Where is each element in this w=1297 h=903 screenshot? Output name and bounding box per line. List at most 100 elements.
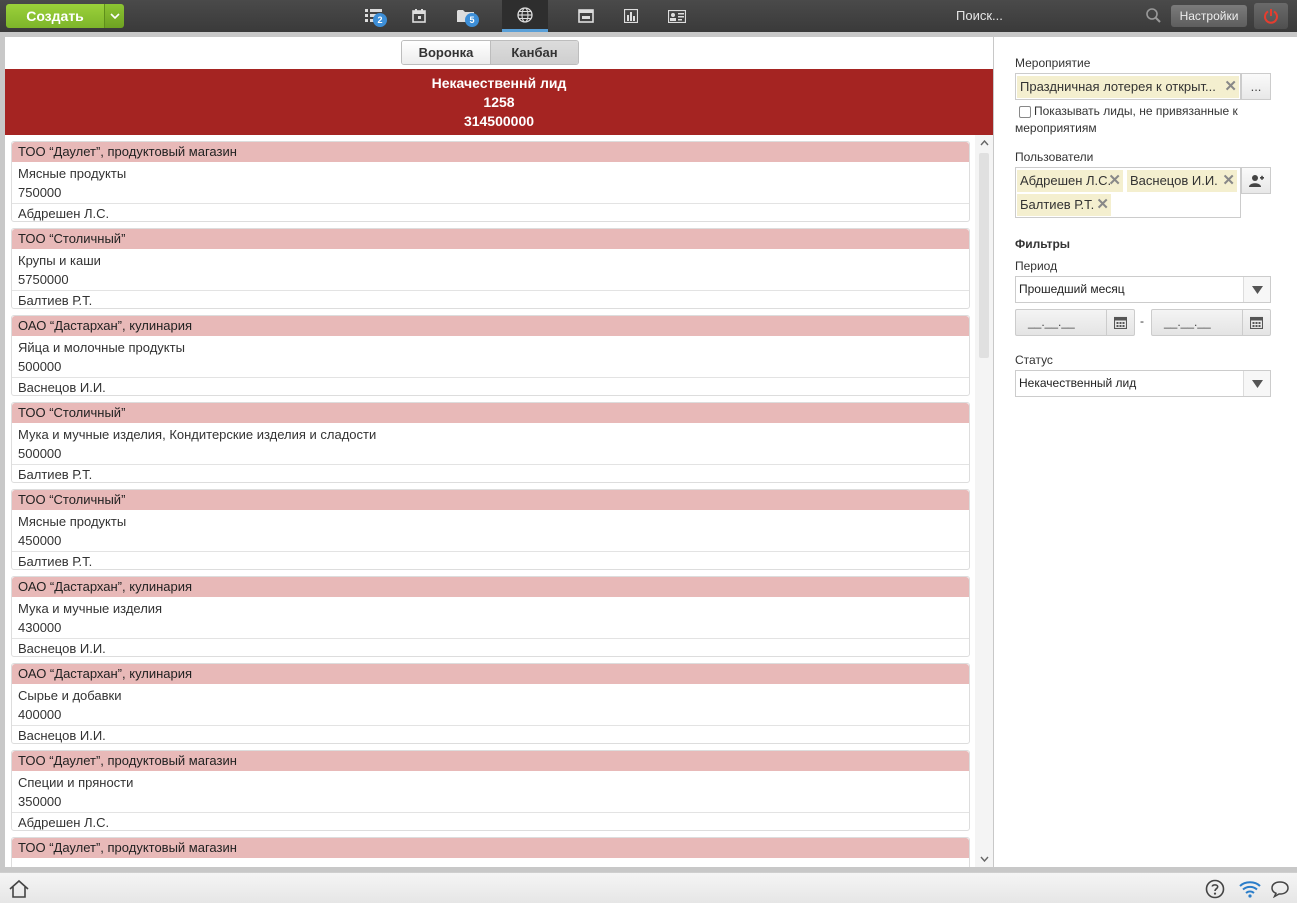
chevron-down-icon xyxy=(979,856,989,862)
lead-card[interactable]: ТОО “Столичный” Мясные продукты 450000 Б… xyxy=(11,489,970,570)
bottom-bar xyxy=(0,872,1297,903)
filter-panel: Мероприятие Праздничная лотерея к открыт… xyxy=(994,37,1297,867)
lead-company: ТОО “Даулет”, продуктовый магазин xyxy=(12,751,969,771)
lead-card[interactable]: ТОО “Столичный” Мука и мучные изделия, К… xyxy=(11,402,970,483)
stage-sum: 314500000 xyxy=(463,113,535,129)
remove-event-icon[interactable]: ✕ xyxy=(1224,76,1237,98)
scroll-down-button[interactable] xyxy=(975,851,993,867)
tasks-button[interactable]: 2 xyxy=(358,0,390,32)
remove-user-icon[interactable]: ✕ xyxy=(1096,194,1109,216)
date-from-calendar-button[interactable] xyxy=(1106,310,1134,335)
lead-card[interactable]: ОАО “Дастархан”, кулинария Яйца и молочн… xyxy=(11,315,970,396)
contacts-button[interactable] xyxy=(661,0,693,32)
chevron-down-icon xyxy=(109,13,120,19)
calendar-icon xyxy=(1250,316,1263,329)
status-label: Статус xyxy=(1015,353,1053,367)
event-tag: Праздничная лотерея к открыт... ✕ xyxy=(1017,76,1239,98)
lead-company: ТОО “Столичный” xyxy=(12,490,969,510)
crm-button[interactable] xyxy=(502,0,548,32)
connection-status[interactable] xyxy=(1238,877,1262,901)
user-tag: Балтиев Р.Т. ✕ xyxy=(1017,194,1111,216)
date-to-calendar-button[interactable] xyxy=(1242,310,1270,335)
event-tag-label: Праздничная лотерея к открыт... xyxy=(1020,79,1216,94)
period-select[interactable]: Прошедший месяц xyxy=(1015,276,1271,303)
status-dropdown-arrow[interactable] xyxy=(1243,371,1270,396)
event-more-button[interactable]: ... xyxy=(1241,73,1271,100)
lead-amount: 450000 xyxy=(18,533,62,548)
search-button[interactable] xyxy=(1144,6,1164,26)
lead-card[interactable]: ТОО “Даулет”, продуктовый магазин Мясные… xyxy=(11,141,970,222)
logout-button[interactable] xyxy=(1254,3,1288,29)
window-button[interactable] xyxy=(570,0,602,32)
tab-funnel[interactable]: Воронка xyxy=(402,41,490,64)
search-input[interactable]: Поиск... xyxy=(956,8,1003,23)
calendar-icon xyxy=(1114,316,1127,329)
reports-button[interactable] xyxy=(615,0,647,32)
scroll-up-button[interactable] xyxy=(975,135,993,151)
lead-card[interactable]: ОАО “Дастархан”, кулинария Мука и мучные… xyxy=(11,576,970,657)
top-toolbar: Создать 2 5 Поиск... Настройки xyxy=(0,0,1297,32)
bar-chart-icon xyxy=(624,9,638,23)
status-select[interactable]: Некачественный лид xyxy=(1015,370,1271,397)
period-value: Прошедший месяц xyxy=(1019,282,1125,296)
user-add-icon xyxy=(1249,174,1264,187)
documents-button[interactable]: 5 xyxy=(450,0,482,32)
lead-user: Балтиев Р.Т. xyxy=(12,290,969,309)
chevron-up-icon xyxy=(979,140,989,146)
create-button[interactable]: Создать xyxy=(6,4,104,28)
calendar-button[interactable] xyxy=(403,0,435,32)
create-dropdown-button[interactable] xyxy=(104,4,124,28)
calendar-icon xyxy=(412,9,426,23)
tasks-badge: 2 xyxy=(373,13,387,27)
home-button[interactable] xyxy=(7,877,31,901)
date-to-field[interactable]: __.__.__ xyxy=(1151,309,1271,336)
lead-company: ТОО “Даулет”, продуктовый магазин xyxy=(12,142,969,162)
lead-product xyxy=(12,860,969,867)
add-user-button[interactable] xyxy=(1241,167,1271,194)
scrollbar-thumb[interactable] xyxy=(979,153,989,358)
lead-company: ОАО “Дастархан”, кулинария xyxy=(12,664,969,684)
lead-amount: 5750000 xyxy=(18,272,69,287)
create-button-group: Создать xyxy=(6,4,124,28)
lead-user: Васнецов И.И. xyxy=(12,377,969,396)
chat-button[interactable] xyxy=(1268,877,1292,901)
period-dropdown-arrow[interactable] xyxy=(1243,277,1270,302)
lead-card[interactable]: ОАО “Дастархан”, кулинария Сырье и добав… xyxy=(11,663,970,744)
filters-heading: Фильтры xyxy=(1015,237,1071,251)
remove-user-icon[interactable]: ✕ xyxy=(1108,170,1121,192)
show-unlinked-label: Показывать лиды, не привязанные к меропр… xyxy=(1015,104,1238,135)
globe-icon xyxy=(517,6,533,23)
kanban-cards-list: ТОО “Даулет”, продуктовый магазин Мясные… xyxy=(5,135,993,867)
date-from-field[interactable]: __.__.__ xyxy=(1015,309,1135,336)
lead-company: ТОО “Столичный” xyxy=(12,229,969,249)
lead-product: Мясные продукты xyxy=(18,166,127,181)
lead-card[interactable]: ТОО “Даулет”, продуктовый магазин xyxy=(11,837,970,867)
lead-company: ТОО “Столичный” xyxy=(12,403,969,423)
cards-scrollbar[interactable] xyxy=(975,135,993,867)
contact-card-icon xyxy=(668,9,686,23)
lead-card[interactable]: ТОО “Столичный” Крупы и каши 5750000 Бал… xyxy=(11,228,970,309)
triangle-down-icon xyxy=(1251,285,1263,294)
date-separator: - xyxy=(1140,314,1144,328)
user-tag-label: Абдрешен Л.С. xyxy=(1020,173,1112,188)
lead-product: Яйца и молочные продукты xyxy=(18,340,185,355)
settings-button[interactable]: Настройки xyxy=(1171,5,1247,27)
browser-window-icon xyxy=(578,9,594,23)
help-button[interactable] xyxy=(1203,877,1227,901)
user-tag: Абдрешен Л.С. ✕ xyxy=(1017,170,1123,192)
event-field[interactable]: Праздничная лотерея к открыт... ✕ xyxy=(1015,73,1241,100)
lead-user: Балтиев Р.Т. xyxy=(12,551,969,570)
lead-card[interactable]: ТОО “Даулет”, продуктовый магазин Специи… xyxy=(11,750,970,831)
users-field[interactable]: Абдрешен Л.С. ✕ Васнецов И.И. ✕ Балтиев … xyxy=(1015,167,1241,218)
user-tag-label: Васнецов И.И. xyxy=(1130,173,1218,188)
remove-user-icon[interactable]: ✕ xyxy=(1222,170,1235,192)
users-label: Пользователи xyxy=(1015,150,1094,164)
documents-badge: 5 xyxy=(465,13,479,27)
lead-user: Васнецов И.И. xyxy=(12,638,969,657)
event-label: Мероприятие xyxy=(1015,56,1091,70)
tab-kanban[interactable]: Канбан xyxy=(490,41,578,64)
search-icon xyxy=(1146,8,1161,23)
lead-company: ОАО “Дастархан”, кулинария xyxy=(12,316,969,336)
triangle-down-icon xyxy=(1251,379,1263,388)
help-icon xyxy=(1205,879,1225,899)
